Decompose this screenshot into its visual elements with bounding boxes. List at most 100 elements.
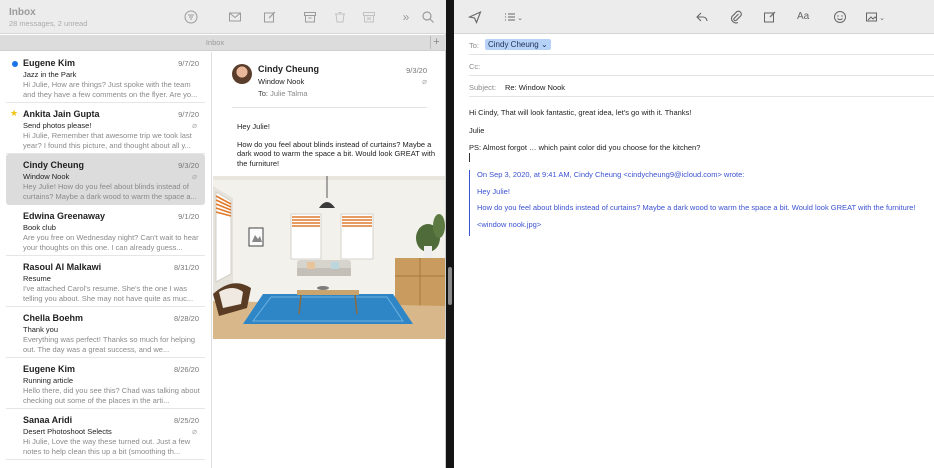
trash-icon[interactable]	[332, 9, 348, 25]
send-icon[interactable]	[468, 9, 482, 25]
subject-field[interactable]: Subject: Re: Window Nook	[469, 77, 934, 97]
message-date: 8/28/20	[173, 314, 199, 323]
compose-body[interactable]: Hi Cindy, That will look fantastic, grea…	[469, 108, 919, 163]
mailbox-subtitle: 28 messages, 2 unread	[9, 19, 88, 28]
message-list-item[interactable]: Rasoul Al Malkawi 8/31/20 Resume I've attac…	[6, 256, 205, 307]
mailbox-filter-bar: Inbox +	[0, 35, 446, 51]
window-nook-photo[interactable]	[213, 176, 445, 339]
quote-line: How do you feel about blinds instead of …	[477, 203, 916, 212]
compose-body-line: PS: Almost forgot … which paint color di…	[469, 143, 701, 152]
message-preview: Hi Julie, Love the way these turned out.…	[23, 437, 191, 456]
split-view-handle[interactable]	[448, 267, 452, 305]
message-subject: Resume	[23, 274, 51, 283]
flag-star-icon: ★	[10, 108, 19, 118]
message-list-item[interactable]: Chella Boehm 8/28/20 Thank you Everything w…	[6, 307, 205, 358]
message-date: 9/7/20	[178, 110, 199, 119]
chevron-down-icon: ⌄	[540, 40, 548, 49]
compose-body-line: Julie	[469, 125, 485, 135]
message-date: 9/1/20	[178, 212, 199, 221]
message-list-item[interactable]: Cindy Cheung 9/3/20 Window Nook ⌀ Hey Julie!…	[6, 154, 205, 205]
message-list[interactable]: Eugene Kim 9/7/20 Jazz in the Park Hi Julie…	[0, 52, 212, 468]
emoji-icon[interactable]	[833, 9, 847, 25]
message-list-item[interactable]: ★ Ankita Jain Gupta 9/7/20 Send photos plea…	[6, 103, 205, 154]
quoted-message: On Sep 3, 2020, at 9:41 AM, Cindy Cheung…	[469, 170, 919, 236]
message-from: Eugene Kim	[23, 364, 76, 374]
message-subject: Jazz in the Park	[23, 70, 77, 79]
reader-body: Hey Julie! How do you feel about blinds …	[237, 122, 437, 176]
message-subject: Desert Photoshoot Selects	[23, 427, 112, 436]
cc-label: Cc:	[469, 62, 481, 71]
reader-subject: Window Nook	[258, 77, 305, 86]
message-reader: Cindy Cheung Window Nook To: Julie Talma…	[213, 52, 445, 468]
subject-value[interactable]: Re: Window Nook	[505, 83, 565, 92]
message-date: 8/26/20	[173, 365, 199, 374]
recipient-name: Cindy Cheung	[488, 40, 539, 49]
message-list-item[interactable]: Edwina Greenaway 9/1/20 Book club Are you f…	[6, 205, 205, 256]
avatar	[232, 64, 252, 84]
photo-browser-icon[interactable]: ⌄	[862, 9, 888, 25]
reader-divider	[232, 107, 427, 108]
compose-icon[interactable]	[262, 9, 278, 25]
message-preview: I've attached Carol's resume. She's the …	[23, 284, 194, 303]
add-filter-button[interactable]: +	[430, 36, 442, 49]
reply-icon[interactable]	[695, 9, 709, 25]
archive-icon[interactable]	[302, 9, 318, 25]
markup-icon[interactable]	[763, 9, 777, 25]
attachment-icon: ⌀	[422, 77, 427, 86]
mailbox-title: Inbox	[9, 7, 36, 18]
message-subject: Book club	[23, 223, 56, 232]
subject-label: Subject:	[469, 83, 497, 92]
attachment-icon: ⌀	[192, 121, 197, 130]
message-subject: Thank you	[23, 325, 59, 334]
junk-icon[interactable]	[361, 9, 377, 25]
compose-body-line: Hi Cindy, That will look fantastic, grea…	[469, 108, 692, 117]
mail-viewer-window: Inbox 28 messages, 2 unread » Inbox + Eu…	[0, 0, 446, 468]
quote-line: Hey Julie!	[477, 186, 510, 196]
recipient-chip[interactable]: Cindy Cheung ⌄	[485, 39, 551, 50]
reader-date: 9/3/20	[406, 66, 427, 75]
message-preview: Hi Julie, Remember that awesome trip we …	[23, 131, 192, 150]
format-text-icon[interactable]: Aa	[797, 9, 809, 25]
reader-from: Cindy Cheung	[258, 64, 319, 74]
message-list-item[interactable]: Eugene Kim 9/7/20 Jazz in the Park Hi Julie…	[6, 52, 205, 103]
quote-attachment[interactable]: <window nook.jpg>	[477, 220, 919, 230]
message-date: 9/7/20	[178, 59, 199, 68]
message-subject: Send photos please!	[23, 121, 92, 130]
attachment-icon: ⌀	[192, 172, 197, 181]
message-subject: Window Nook	[23, 172, 70, 181]
message-preview: Hey Julie! How do you feel about blinds …	[23, 182, 197, 201]
message-from: Cindy Cheung	[23, 160, 84, 170]
paperclip-icon[interactable]	[729, 9, 743, 25]
cc-field[interactable]: Cc:	[469, 56, 934, 76]
to-label: To:	[469, 41, 480, 50]
message-from: Eugene Kim	[23, 58, 76, 68]
compose-window: ⌄ Aa ⌄ To: Cindy Cheung ⌄ Cc: Subject: R…	[454, 0, 934, 468]
split-view-divider[interactable]	[446, 0, 454, 468]
search-icon[interactable]	[420, 9, 436, 25]
message-subject: Running article	[23, 376, 74, 385]
reader-to: To: Julie Talma	[258, 89, 308, 98]
message-from: Rasoul Al Malkawi	[23, 262, 102, 272]
message-list-item[interactable]: Eugene Kim 8/26/20 Running article Hello th…	[6, 358, 205, 409]
header-fields-menu-icon[interactable]: ⌄	[501, 9, 525, 25]
more-chevron-icon[interactable]: »	[398, 9, 414, 25]
viewer-toolbar: Inbox 28 messages, 2 unread »	[0, 0, 446, 34]
message-list-item[interactable]: Sanaa Aridi 8/25/20 Desert Photoshoot Sele…	[6, 409, 205, 460]
compose-toolbar: ⌄ Aa ⌄	[454, 0, 934, 34]
quote-header: On Sep 3, 2020, at 9:41 AM, Cindy Cheung…	[477, 170, 745, 179]
reader-to-label: To:	[258, 89, 269, 98]
message-date: 8/25/20	[173, 416, 199, 425]
filter-bar-label: Inbox	[205, 38, 225, 47]
attachment-icon: ⌀	[192, 427, 197, 436]
unread-dot-icon	[12, 61, 18, 67]
get-mail-icon[interactable]	[227, 9, 243, 25]
to-field[interactable]: To: Cindy Cheung ⌄	[469, 35, 934, 55]
message-from: Ankita Jain Gupta	[23, 109, 100, 119]
message-preview: Hi Julie, How are things? Just spoke wit…	[23, 80, 198, 99]
message-date: 9/3/20	[178, 161, 199, 170]
filter-icon[interactable]	[183, 9, 199, 25]
message-preview: Are you free on Wednesday night? Can't w…	[23, 233, 199, 252]
reader-to-name[interactable]: Julie Talma	[270, 89, 307, 98]
reader-body-line: How do you feel about blinds instead of …	[237, 139, 436, 168]
reader-body-line: Hey Julie!	[237, 122, 270, 131]
